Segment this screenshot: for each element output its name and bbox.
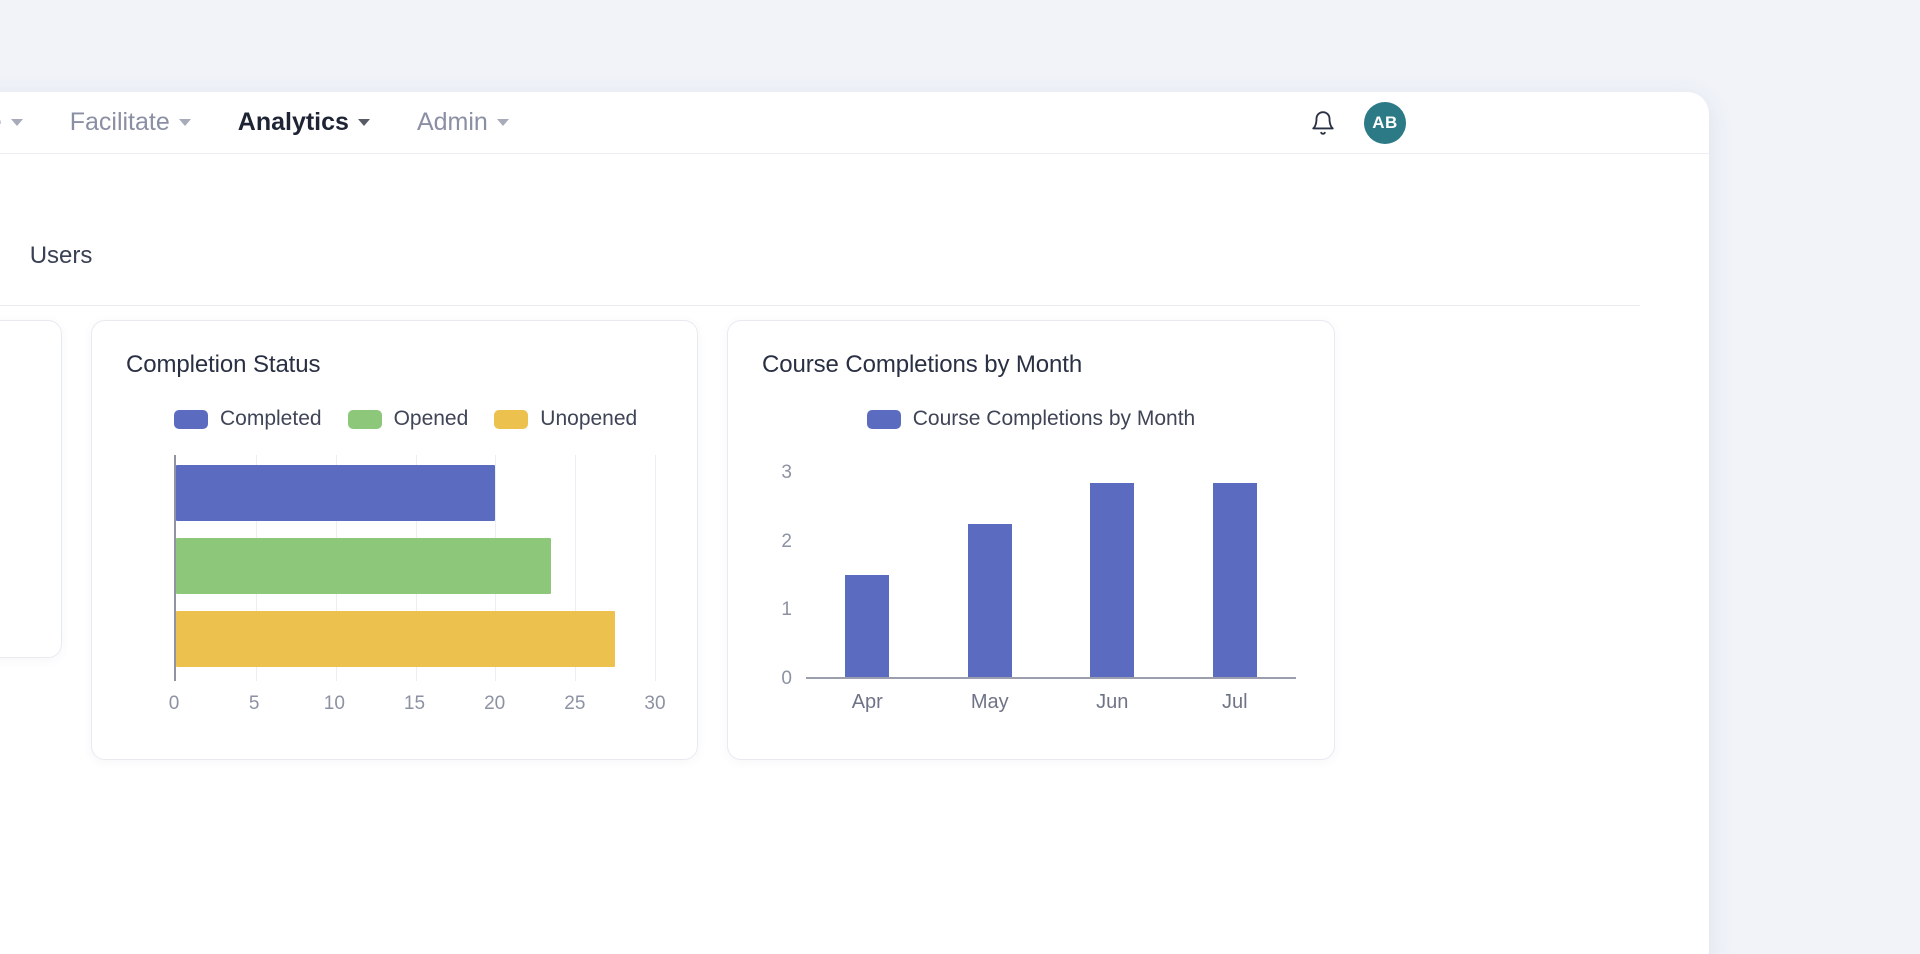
- x-axis-tick: Jun: [1096, 691, 1129, 713]
- chevron-down-icon: [357, 118, 371, 127]
- average-progress-card: Average Progress 75%: [0, 320, 62, 658]
- x-axis-tick: 20: [484, 693, 506, 714]
- tab-users[interactable]: Users: [30, 240, 93, 270]
- nav-item-label: Analytics: [237, 108, 349, 136]
- x-axis-tick: 30: [644, 693, 666, 714]
- tab-bar: Groups Users: [0, 240, 1640, 306]
- legend-label-completed: Completed: [220, 407, 322, 430]
- legend-label-opened: Opened: [393, 407, 469, 430]
- completion-status-legend: Completed Opened Unopened: [126, 407, 663, 431]
- top-navigation-bar: age Facilitate Analytics Admin: [0, 92, 1709, 154]
- bar-jul[interactable]: [1212, 483, 1257, 677]
- y-axis-tick: 1: [781, 599, 792, 621]
- primary-nav: age Facilitate Analytics Admin: [0, 108, 510, 137]
- y-axis-tick: 2: [781, 530, 792, 552]
- completion-status-chart: 0 5 10 15 20 25 30: [126, 455, 666, 725]
- legend-label-unopened: Unopened: [540, 407, 638, 430]
- x-axis-tick: May: [970, 691, 1009, 713]
- course-completions-title: Course Completions by Month: [762, 351, 1083, 378]
- course-completions-card: Course Completions by Month Course Compl…: [727, 320, 1335, 760]
- legend-swatch-course-completions: [866, 409, 901, 429]
- screen: age Facilitate Analytics Admin: [0, 0, 1920, 954]
- nav-item-manage[interactable]: age: [0, 108, 24, 137]
- dashboard-cards-row: e Average Progress 75% Completion Status: [0, 320, 1335, 760]
- completion-status-x-axis: 0 5 10 15 20 25 30: [169, 693, 666, 719]
- bar-jun[interactable]: [1090, 483, 1135, 677]
- legend-item-unopened[interactable]: Unopened: [494, 407, 637, 431]
- course-completions-x-axis: Apr May Jun Jul: [806, 691, 1296, 719]
- x-axis-tick: 10: [323, 693, 345, 714]
- bar-apr[interactable]: [845, 575, 890, 677]
- completion-status-title: Completion Status: [126, 351, 321, 378]
- legend-item-opened[interactable]: Opened: [347, 407, 469, 431]
- bar-may[interactable]: [967, 524, 1012, 677]
- average-progress-title: Average Progress: [0, 349, 31, 375]
- legend-item-completed[interactable]: Completed: [174, 407, 322, 431]
- completion-status-plot-area: [174, 455, 656, 681]
- legend-swatch-unopened: [494, 409, 529, 429]
- avatar[interactable]: AB: [1364, 101, 1406, 144]
- bar-unopened[interactable]: [176, 611, 616, 667]
- chevron-down-icon: [178, 118, 192, 127]
- x-axis-tick: 15: [403, 693, 426, 714]
- x-axis-tick: 5: [248, 693, 260, 714]
- chevron-down-icon: [10, 118, 24, 127]
- nav-item-admin[interactable]: Admin: [417, 108, 510, 137]
- course-completions-y-axis: 0 1 2 3: [762, 462, 800, 689]
- course-completions-chart: 0 1 2 3 Apr May Jun Jul: [762, 457, 1300, 725]
- bar-completed[interactable]: [176, 465, 496, 521]
- nav-right-actions: AB: [1310, 101, 1406, 144]
- legend-label-course-completions: Course Completions by Month: [912, 407, 1196, 430]
- legend-item-course-completions[interactable]: Course Completions by Month: [866, 407, 1196, 431]
- grid-line: [655, 455, 656, 681]
- application-panel: age Facilitate Analytics Admin: [0, 92, 1709, 954]
- completion-status-card: Completion Status Completed Opened Unope…: [91, 320, 698, 760]
- bell-icon[interactable]: [1310, 109, 1336, 137]
- chevron-down-icon: [496, 118, 510, 127]
- nav-item-label: Facilitate: [69, 108, 170, 136]
- y-axis-tick: 0: [781, 668, 792, 689]
- legend-swatch-completed: [174, 409, 208, 429]
- course-completions-plot-area: [806, 463, 1296, 679]
- nav-item-label: age: [0, 108, 2, 137]
- x-axis-tick: 25: [564, 693, 586, 714]
- y-axis-tick: 3: [781, 462, 792, 484]
- x-axis-tick: Apr: [851, 691, 883, 713]
- nav-item-analytics[interactable]: Analytics: [238, 108, 371, 137]
- nav-item-facilitate[interactable]: Facilitate: [70, 108, 192, 137]
- course-completions-legend: Course Completions by Month: [762, 407, 1300, 431]
- x-axis-tick: Jul: [1221, 691, 1248, 713]
- nav-item-label: Admin: [416, 108, 488, 136]
- x-axis-tick: 0: [168, 693, 180, 714]
- bar-opened[interactable]: [176, 538, 552, 594]
- legend-swatch-opened: [347, 409, 382, 429]
